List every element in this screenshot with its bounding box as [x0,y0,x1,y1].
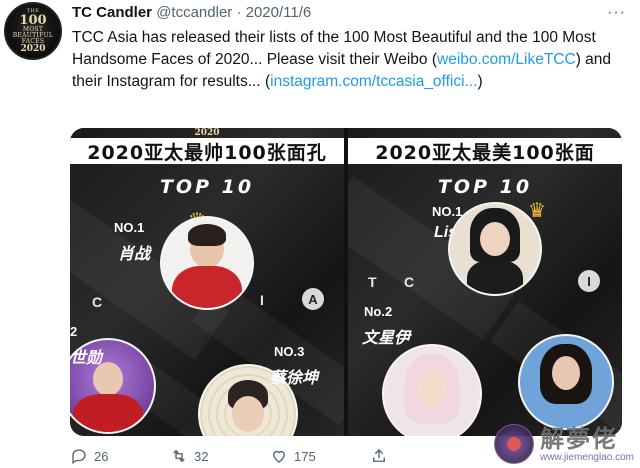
left-no3-name: 蔡徐坤 [270,370,319,387]
right-no2-photo [382,344,482,436]
right-no1-photo [448,202,542,296]
site-watermark: 解夢佬 www.jiemenglao.com [494,424,634,464]
watermark-title: 解夢佬 [540,424,619,453]
right-letter-t: T [368,274,379,290]
person-head [232,396,264,432]
right-letter-i: I [578,270,600,292]
retweet-count: 32 [194,448,209,464]
right-no3-photo [518,334,614,430]
avatar-line-3: MOST BEAUTIFUL FACES [12,25,54,45]
author-name[interactable]: TC Candler [72,4,152,21]
person-body [172,266,242,308]
left-title-bar: 2020亚太最帅100张面孔 [70,138,344,164]
media-image-right[interactable]: 2020亚太最美100张面 TOP 10 NO.1 Lisa ♛ T C I N… [348,128,622,436]
avatar-line-2: 100 [19,12,47,28]
left-letter-i: I [260,292,266,308]
tweet-date[interactable]: 2020/11/6 [246,4,312,21]
left-no1-photo [160,216,254,310]
media-image-left[interactable]: 2020亚太最帅100张面孔 2020 TOP 10 NO.1 肖战 ♛ C I… [70,128,344,436]
right-no2-label: No.2 [364,304,393,319]
person-hair [188,224,226,246]
left-letter-a: A [302,288,324,310]
right-top10: TOP 10 [437,176,533,198]
share-icon [373,449,385,462]
tweet-media[interactable]: 2020亚太最帅100张面孔 2020 TOP 10 NO.1 肖战 ♛ C I… [70,128,622,436]
person-head [480,222,510,256]
tweet-text-part-3: ) [477,73,483,90]
person-head [552,356,580,390]
watermark-logo-icon [494,424,535,464]
weibo-link[interactable]: weibo.com/LikeTCC [437,51,576,68]
left-year: 2020 [194,128,220,138]
tweet-text: TCC Asia has released their lists of the… [72,27,620,93]
person-body [73,394,143,432]
heart-icon [273,450,285,463]
right-letter-c: C [404,274,417,290]
right-title-bar: 2020亚太最美100张面 [348,138,622,164]
left-no1-name: 肖战 [118,246,151,263]
left-no2-name: 世勋 [70,350,103,367]
header-separator: · [236,4,242,21]
author-avatar[interactable]: THE 100 MOST BEAUTIFUL FACES 2020 [4,2,62,60]
avatar-line-4: 2020 [20,43,46,54]
right-title: 2020亚太最美100张面 [375,141,595,164]
retweet-icon [173,449,185,463]
reply-count: 26 [94,448,109,464]
instagram-link[interactable]: instagram.com/tccasia_offici... [270,73,477,90]
reply-icon [72,449,86,465]
left-letter-c: C [92,294,105,310]
reply-button[interactable]: 26 [70,447,170,465]
author-handle[interactable]: @tccandler [156,4,232,21]
retweet-button[interactable]: 32 [170,447,270,465]
left-title: 2020亚太最帅100张面孔 [87,141,327,164]
left-no3-label: NO.3 [274,344,305,359]
right-no2-name: 文星伊 [362,330,411,347]
tweet-header: TC Candler @tccandler · 2020/11/6 [72,4,311,21]
right-no1-label: NO.1 [432,204,463,219]
watermark-url: www.jiemenglao.com [540,451,634,463]
like-button[interactable]: 175 [270,447,370,465]
like-count: 175 [294,448,316,464]
share-button[interactable] [370,447,470,465]
person-body [467,260,523,294]
left-top10: TOP 10 [159,176,255,198]
more-options-icon[interactable]: ··· [607,4,626,22]
left-no1-label: NO.1 [114,220,145,235]
left-no2-label: 2 [70,324,78,339]
person-head [417,370,447,406]
